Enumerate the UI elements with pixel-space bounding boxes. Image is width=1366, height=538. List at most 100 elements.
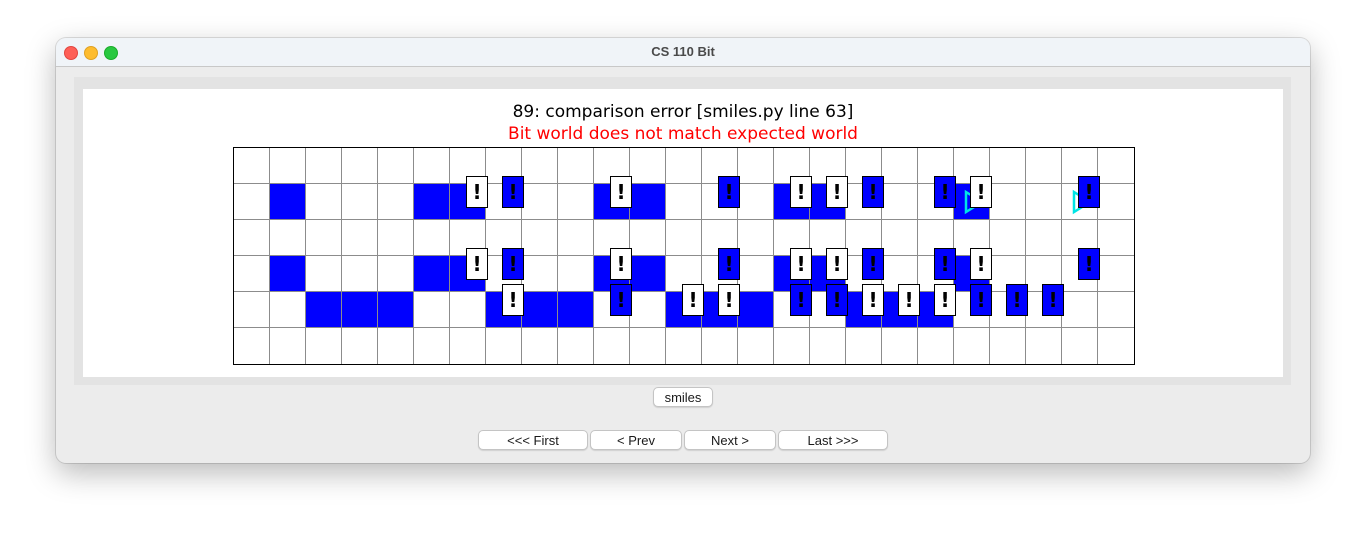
grid-cell — [486, 328, 522, 364]
mismatch-marker-expected-blank: ! — [970, 248, 992, 280]
last-button[interactable]: Last >>> — [778, 430, 888, 450]
window-title: CS 110 Bit — [651, 44, 715, 59]
grid-cell — [522, 256, 558, 292]
grid-cell — [414, 328, 450, 364]
grid-cell — [630, 220, 666, 256]
status-message: 89: comparison error [smiles.py line 63] — [512, 102, 854, 122]
mismatch-marker-expected-blank: ! — [718, 284, 740, 316]
grid-cell — [918, 328, 954, 364]
grid-cell — [1026, 220, 1062, 256]
mismatch-marker-expected-blank: ! — [862, 284, 884, 316]
grid-cell — [270, 184, 306, 220]
mismatch-marker-expected-blue: ! — [1006, 284, 1028, 316]
grid-cell — [738, 184, 774, 220]
grid-cell — [954, 328, 990, 364]
grid-cell — [306, 256, 342, 292]
grid-cell — [378, 328, 414, 364]
grid-cell — [666, 184, 702, 220]
grid-cell — [630, 256, 666, 292]
grid-cell — [234, 220, 270, 256]
mismatch-marker-expected-blue: ! — [826, 284, 848, 316]
grid-cell — [234, 184, 270, 220]
grid-cell — [414, 220, 450, 256]
case-smiles-button[interactable]: smiles — [653, 387, 713, 407]
grid-cell — [990, 328, 1026, 364]
mismatch-marker-expected-blue: ! — [502, 248, 524, 280]
grid-cell — [594, 328, 630, 364]
grid-cell — [630, 292, 666, 328]
mismatch-marker-expected-blue: ! — [502, 176, 524, 208]
grid-cell — [738, 220, 774, 256]
grid-cell — [342, 292, 378, 328]
grid-cell — [234, 292, 270, 328]
grid-cell — [270, 148, 306, 184]
grid-cell — [342, 148, 378, 184]
grid-cell — [234, 148, 270, 184]
grid-cell — [882, 220, 918, 256]
grid-cell — [342, 184, 378, 220]
next-button[interactable]: Next > — [684, 430, 776, 450]
grid-cell — [342, 220, 378, 256]
grid-cell — [558, 256, 594, 292]
grid-cell — [1098, 220, 1134, 256]
grid-cell — [378, 184, 414, 220]
grid-cell — [702, 328, 738, 364]
grid-cell — [306, 220, 342, 256]
grid-cell — [378, 148, 414, 184]
mismatch-marker-expected-blue: ! — [862, 248, 884, 280]
grid-cell — [666, 220, 702, 256]
mismatch-marker-expected-blue: ! — [970, 284, 992, 316]
grid-cell — [882, 148, 918, 184]
grid-cell — [306, 292, 342, 328]
grid-cell — [270, 256, 306, 292]
grid-cell — [558, 184, 594, 220]
grid-cell — [990, 184, 1026, 220]
grid-cell — [1098, 256, 1134, 292]
grid-cell — [378, 220, 414, 256]
mismatch-marker-expected-blue: ! — [1078, 176, 1100, 208]
grid-cell — [306, 148, 342, 184]
grid-cell — [1098, 292, 1134, 328]
bit-world-grid: !!!!!!!!!!!!!!!!!!!!!!!!!!!!!!!! — [233, 147, 1135, 365]
grid-cell — [522, 292, 558, 328]
grid-cell — [810, 328, 846, 364]
mismatch-marker-expected-blank: ! — [898, 284, 920, 316]
mismatch-marker-expected-blank: ! — [970, 176, 992, 208]
grid-cell — [414, 184, 450, 220]
grid-cell — [522, 148, 558, 184]
grid-cell — [666, 328, 702, 364]
grid-cell — [270, 220, 306, 256]
mismatch-marker-expected-blue: ! — [1042, 284, 1064, 316]
mismatch-marker-expected-blank: ! — [466, 248, 488, 280]
grid-cell — [666, 148, 702, 184]
grid-cell — [630, 184, 666, 220]
grid-cell — [1098, 184, 1134, 220]
grid-cell — [1062, 292, 1098, 328]
mismatch-marker-expected-blank: ! — [934, 284, 956, 316]
grid-cell — [774, 328, 810, 364]
grid-cell — [558, 148, 594, 184]
grid-cell — [270, 328, 306, 364]
prev-button[interactable]: < Prev — [590, 430, 682, 450]
grid-cell — [414, 292, 450, 328]
grid-cell — [1026, 148, 1062, 184]
grid-cell — [558, 292, 594, 328]
first-button[interactable]: <<< First — [478, 430, 588, 450]
grid-cell — [342, 328, 378, 364]
grid-cell — [522, 220, 558, 256]
mismatch-marker-expected-blank: ! — [502, 284, 524, 316]
grid-cell — [378, 256, 414, 292]
grid-cell — [882, 328, 918, 364]
world-panel: 89: comparison error [smiles.py line 63]… — [74, 77, 1291, 385]
mismatch-marker-expected-blue: ! — [790, 284, 812, 316]
grid-cell — [270, 292, 306, 328]
grid-cell — [738, 256, 774, 292]
grid-cell — [414, 256, 450, 292]
grid-cell — [1062, 328, 1098, 364]
grid-cell — [306, 184, 342, 220]
grid-cell — [234, 256, 270, 292]
mismatch-marker-expected-blue: ! — [718, 248, 740, 280]
grid-cell — [522, 328, 558, 364]
grid-cell — [882, 184, 918, 220]
mismatch-marker-expected-blue: ! — [718, 176, 740, 208]
